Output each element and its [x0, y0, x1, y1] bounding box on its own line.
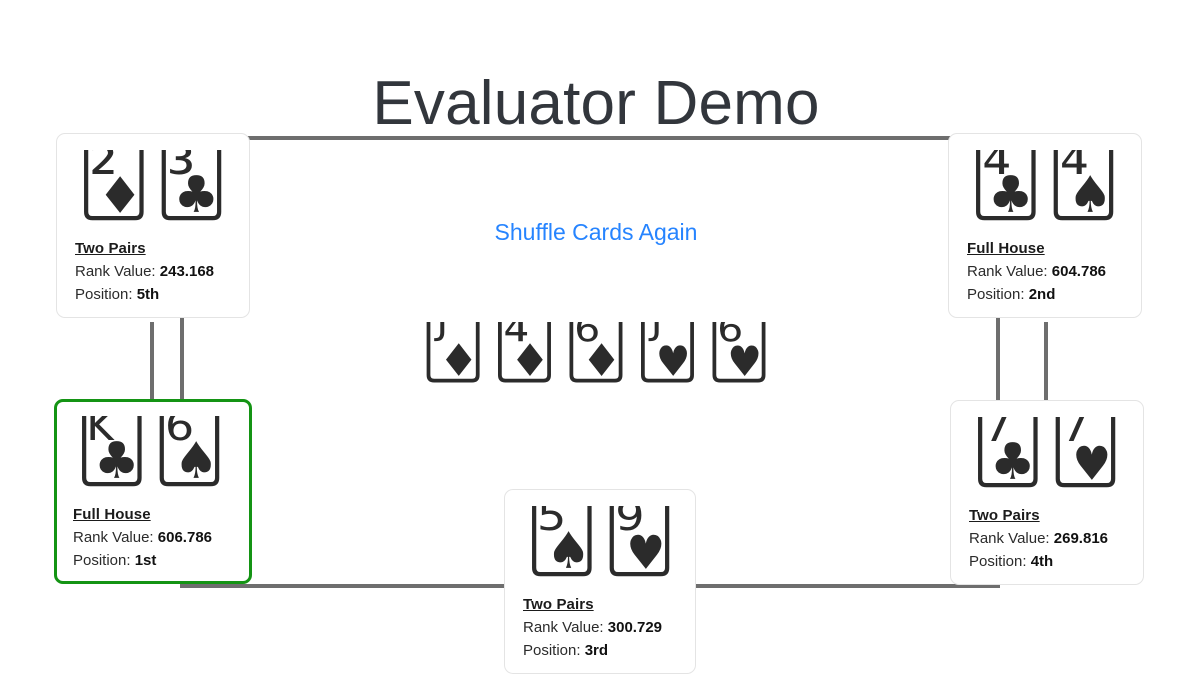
- player-card-four-of-clubs: 🃔: [969, 150, 1043, 220]
- position-value: 2nd: [1028, 286, 1056, 303]
- position-value: 3rd: [584, 642, 609, 659]
- position-row-p4: Position: 4th: [969, 553, 1125, 570]
- player-card-seven-of-hearts: 🂷: [1048, 417, 1123, 487]
- community-card-four-of-diamonds: 🃄: [491, 322, 558, 383]
- position-value: 1st: [134, 552, 157, 569]
- position-label: Position:: [967, 286, 1025, 303]
- player-card-four-of-spades: 🂤: [1046, 150, 1121, 220]
- rank-value-label: Rank Value:: [75, 263, 156, 280]
- page-title: Evaluator Demo: [372, 68, 820, 138]
- rank-value-number: 606.786: [157, 529, 213, 546]
- player-card-five-of-spades: 🂥: [525, 506, 599, 576]
- rank-value-number: 300.729: [607, 619, 663, 636]
- player-card-king-of-clubs: 🃞: [75, 416, 149, 486]
- player-panel-p1[interactable]: 🃞 🂦 Full House Rank Value: 606.786 Position:…: [54, 399, 252, 584]
- player-hand-p3: 🂥 🂹: [523, 506, 677, 586]
- position-label: Position:: [523, 642, 581, 659]
- position-row-p2: Position: 2nd: [967, 286, 1123, 303]
- community-cards: 🃋 🃄 🃆 🂻 🂶: [0, 322, 1192, 394]
- player-card-six-of-spades: 🂦: [152, 416, 227, 486]
- player-card-nine-of-hearts: 🂹: [602, 506, 677, 576]
- player-hand-p2: 🃔 🂤: [967, 150, 1123, 230]
- player-panel-p4[interactable]: 🃗 🂷 Two Pairs Rank Value: 269.816 Position: …: [950, 400, 1144, 585]
- community-card-jack-of-hearts: 🂻: [634, 322, 701, 383]
- position-value: 5th: [136, 286, 160, 303]
- community-card-six-of-hearts: 🂶: [706, 322, 772, 383]
- player-card-seven-of-clubs: 🃗: [971, 417, 1045, 487]
- rank-value-number: 604.786: [1051, 263, 1107, 280]
- position-label: Position:: [969, 553, 1027, 570]
- position-row-p3: Position: 3rd: [523, 642, 677, 659]
- rank-value-number: 269.816: [1053, 530, 1109, 547]
- position-label: Position:: [75, 286, 133, 303]
- hand-rank-name-p3: Two Pairs: [523, 596, 594, 613]
- hand-rank-name-p1: Full House: [73, 506, 151, 523]
- player-panel-p3[interactable]: 🂥 🂹 Two Pairs Rank Value: 300.729 Position: …: [504, 489, 696, 674]
- rank-value-row-p2: Rank Value: 604.786: [967, 263, 1123, 280]
- hand-rank-name-p4: Two Pairs: [969, 507, 1040, 524]
- player-card-three-of-clubs: 🃓: [154, 150, 229, 220]
- position-label: Position:: [73, 552, 131, 569]
- rank-value-label: Rank Value:: [73, 529, 154, 546]
- player-hand-p1: 🃞 🂦: [73, 416, 233, 496]
- position-value: 4th: [1030, 553, 1054, 570]
- position-row-p1: Position: 1st: [73, 552, 233, 569]
- rank-value-row-p5: Rank Value: 243.168: [75, 263, 231, 280]
- position-row-p5: Position: 5th: [75, 286, 231, 303]
- community-card-six-of-diamonds: 🃆: [563, 322, 629, 383]
- player-hand-p4: 🃗 🂷: [969, 417, 1125, 497]
- rank-value-row-p3: Rank Value: 300.729: [523, 619, 677, 636]
- rank-value-label: Rank Value:: [967, 263, 1048, 280]
- player-card-two-of-diamonds: 🃂: [77, 150, 151, 220]
- rank-value-label: Rank Value:: [523, 619, 604, 636]
- rank-value-row-p4: Rank Value: 269.816: [969, 530, 1125, 547]
- player-hand-p5: 🃂 🃓: [75, 150, 231, 230]
- community-card-jack-of-diamonds: 🃋: [420, 322, 486, 383]
- rank-value-number: 243.168: [159, 263, 215, 280]
- shuffle-cards-again-link[interactable]: Shuffle Cards Again: [0, 219, 1192, 246]
- rank-value-row-p1: Rank Value: 606.786: [73, 529, 233, 546]
- rank-value-label: Rank Value:: [969, 530, 1050, 547]
